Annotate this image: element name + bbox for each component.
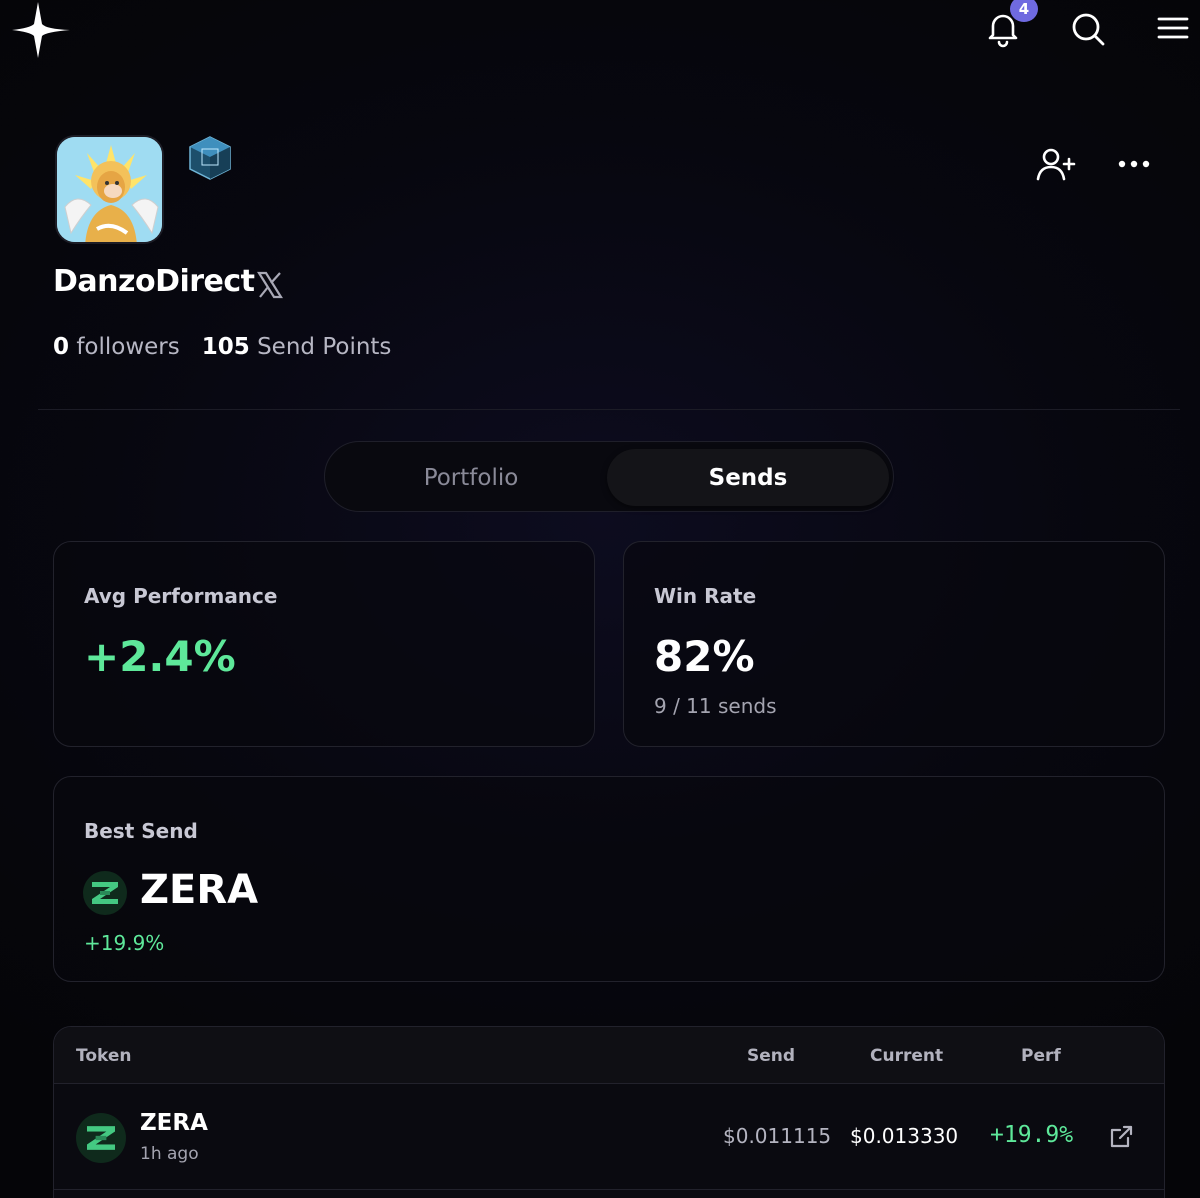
- x-logo-icon[interactable]: [256, 271, 284, 299]
- row-send-price: $0.011115: [723, 1124, 832, 1148]
- menu-icon[interactable]: [1155, 10, 1191, 46]
- column-token: Token: [76, 1046, 132, 1066]
- row-time: 1h ago: [140, 1144, 199, 1164]
- divider: [38, 409, 1180, 410]
- notification-badge: 4: [1010, 0, 1038, 22]
- tab-sends[interactable]: Sends: [607, 449, 889, 506]
- avg-performance-value: +2.4%: [84, 632, 236, 681]
- table-header: Token Send Current Perf: [54, 1027, 1164, 1084]
- profile-stats: 0 followers 105 Send Points: [53, 334, 391, 360]
- zera-token-icon: [83, 871, 127, 915]
- row-perf: +19.9%: [990, 1122, 1074, 1148]
- best-send-token: ZERA: [140, 867, 259, 913]
- row-token-name: ZERA: [140, 1110, 208, 1136]
- followers-label[interactable]: followers: [76, 334, 179, 360]
- tab-portfolio[interactable]: Portfolio: [333, 449, 609, 506]
- external-link-icon[interactable]: [1108, 1124, 1134, 1150]
- avatar[interactable]: [55, 135, 164, 244]
- best-send-label: Best Send: [84, 819, 198, 843]
- avg-performance-label: Avg Performance: [84, 584, 278, 608]
- column-current: Current: [870, 1046, 944, 1066]
- more-icon[interactable]: [1114, 148, 1154, 180]
- win-rate-label: Win Rate: [654, 584, 757, 608]
- top-bar: 4: [0, 0, 1200, 70]
- win-rate-sub: 9 / 11 sends: [654, 694, 777, 718]
- username: DanzoDirect: [53, 264, 255, 299]
- add-user-icon[interactable]: [1034, 145, 1076, 185]
- best-send-card[interactable]: Best Send ZERA +19.9%: [53, 776, 1165, 982]
- tab-switcher: Portfolio Sends: [324, 441, 894, 512]
- win-rate-value: 82%: [654, 632, 755, 681]
- row-current-price: $0.013330: [850, 1124, 959, 1148]
- win-rate-card: Win Rate 82% 9 / 11 sends: [623, 541, 1165, 747]
- zera-token-icon: [76, 1113, 126, 1163]
- column-perf: Perf: [1021, 1046, 1061, 1066]
- table-row[interactable]: ZERA 1h ago $0.011115 $0.013330 +19.9%: [54, 1084, 1164, 1190]
- search-icon[interactable]: [1068, 8, 1108, 48]
- column-send: Send: [747, 1046, 796, 1066]
- followers-count[interactable]: 0: [53, 334, 69, 360]
- logo-star-icon[interactable]: [12, 2, 70, 58]
- best-send-perf: +19.9%: [84, 931, 165, 955]
- points-label: Send Points: [257, 334, 392, 360]
- gem-badge-icon: [189, 136, 231, 180]
- avg-performance-card: Avg Performance +2.4%: [53, 541, 595, 747]
- sends-table: Token Send Current Perf ZERA 1h ago $0.0…: [53, 1026, 1165, 1198]
- points-count: 105: [201, 334, 250, 360]
